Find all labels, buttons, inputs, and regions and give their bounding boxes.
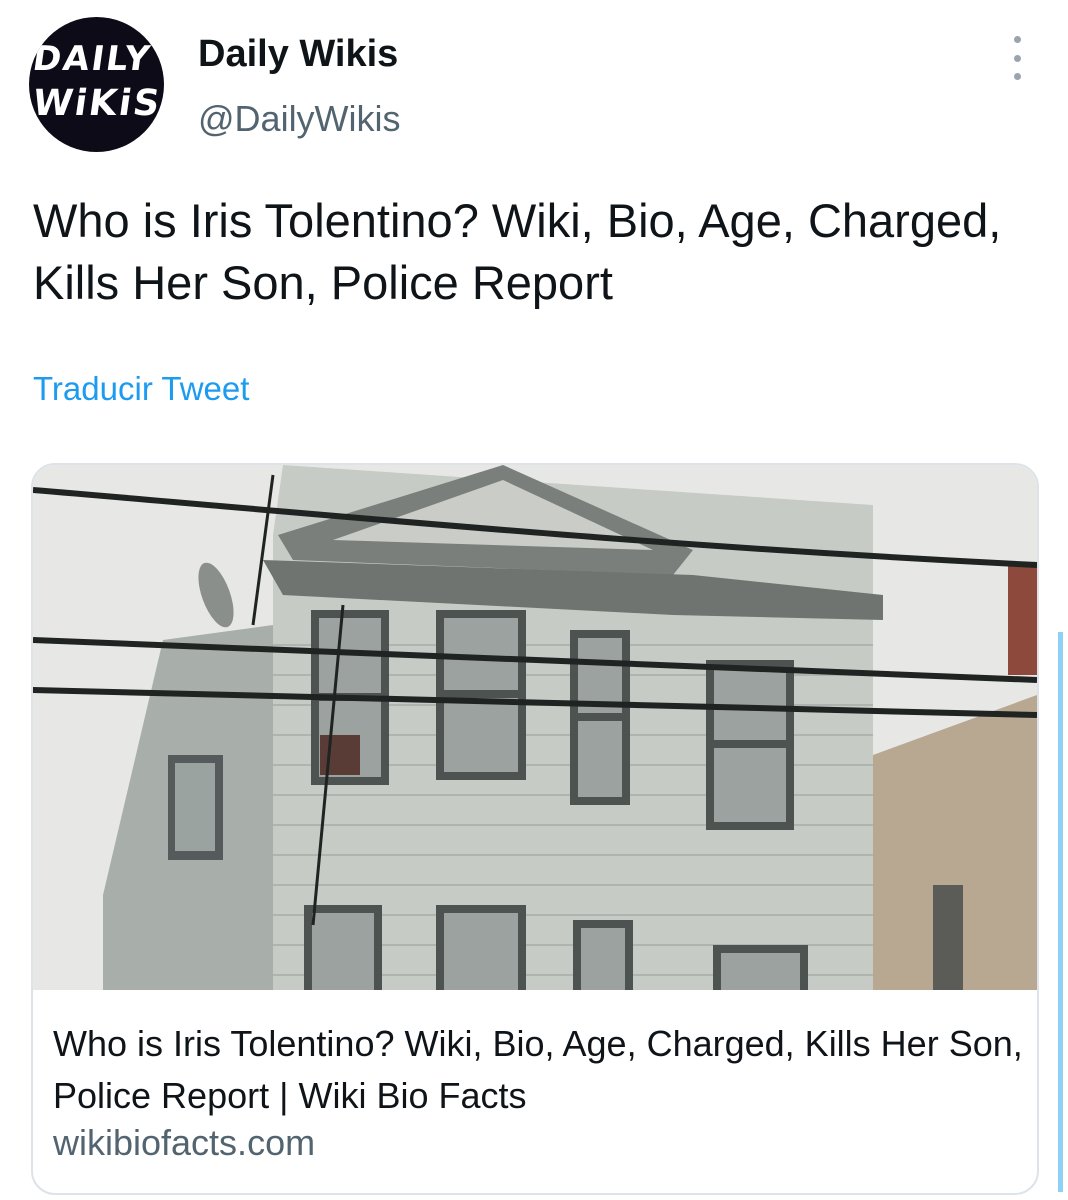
avatar-logo-text-bottom: WiKiS — [30, 83, 164, 124]
translate-tweet-link[interactable]: Traducir Tweet — [33, 370, 249, 408]
scrollbar[interactable] — [1058, 632, 1063, 1192]
dot — [1013, 54, 1021, 62]
card-domain[interactable]: wikibiofacts.com — [53, 1122, 315, 1164]
link-card[interactable]: Who is Iris Tolentino? Wiki, Bio, Age, C… — [31, 463, 1039, 1195]
card-title[interactable]: Who is Iris Tolentino? Wiki, Bio, Age, C… — [53, 1018, 1023, 1122]
dot — [1013, 36, 1021, 43]
account-handle[interactable]: @DailyWikis — [198, 98, 401, 140]
tweet-text: Who is Iris Tolentino? Wiki, Bio, Age, C… — [33, 194, 1002, 309]
avatar-logo-text-top: DAILY — [30, 39, 154, 79]
card-image[interactable] — [33, 465, 1037, 990]
avatar[interactable]: DAILY WiKiS — [29, 17, 164, 152]
more-options-icon[interactable] — [1000, 36, 1034, 80]
account-name[interactable]: Daily Wikis — [198, 33, 398, 76]
dot — [1013, 73, 1021, 80]
